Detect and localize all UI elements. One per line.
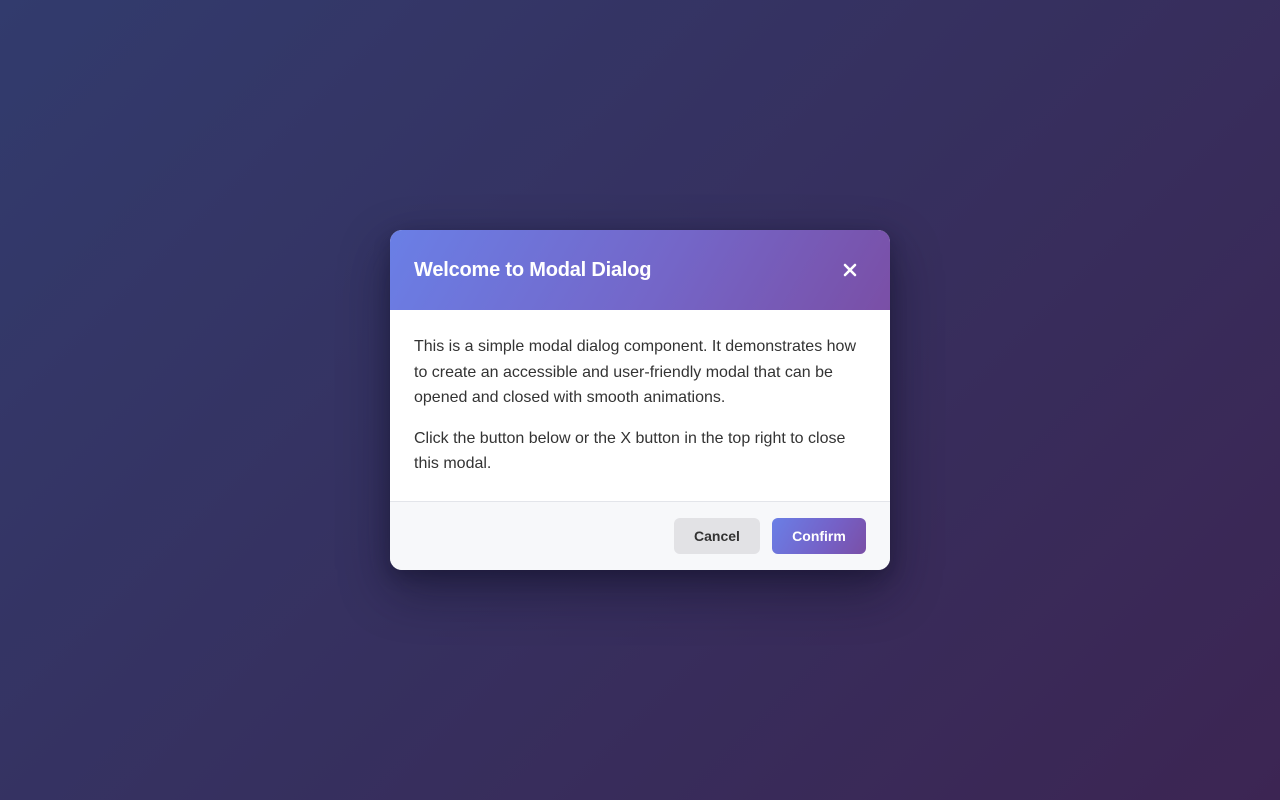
modal-overlay[interactable]: Welcome to Modal Dialog This is a simple… (0, 0, 1280, 800)
modal-dialog: Welcome to Modal Dialog This is a simple… (390, 230, 890, 570)
cancel-button[interactable]: Cancel (674, 517, 760, 554)
modal-header: Welcome to Modal Dialog (390, 230, 890, 311)
close-icon (843, 263, 857, 277)
modal-footer: Cancel Confirm (390, 500, 890, 570)
modal-body: This is a simple modal dialog component.… (390, 310, 890, 501)
close-button[interactable] (834, 254, 866, 286)
modal-description: This is a simple modal dialog component.… (414, 338, 856, 407)
confirm-button[interactable]: Confirm (772, 517, 866, 554)
modal-title: Welcome to Modal Dialog (414, 258, 652, 281)
modal-instructions: Click the button below or the X button i… (414, 429, 846, 473)
